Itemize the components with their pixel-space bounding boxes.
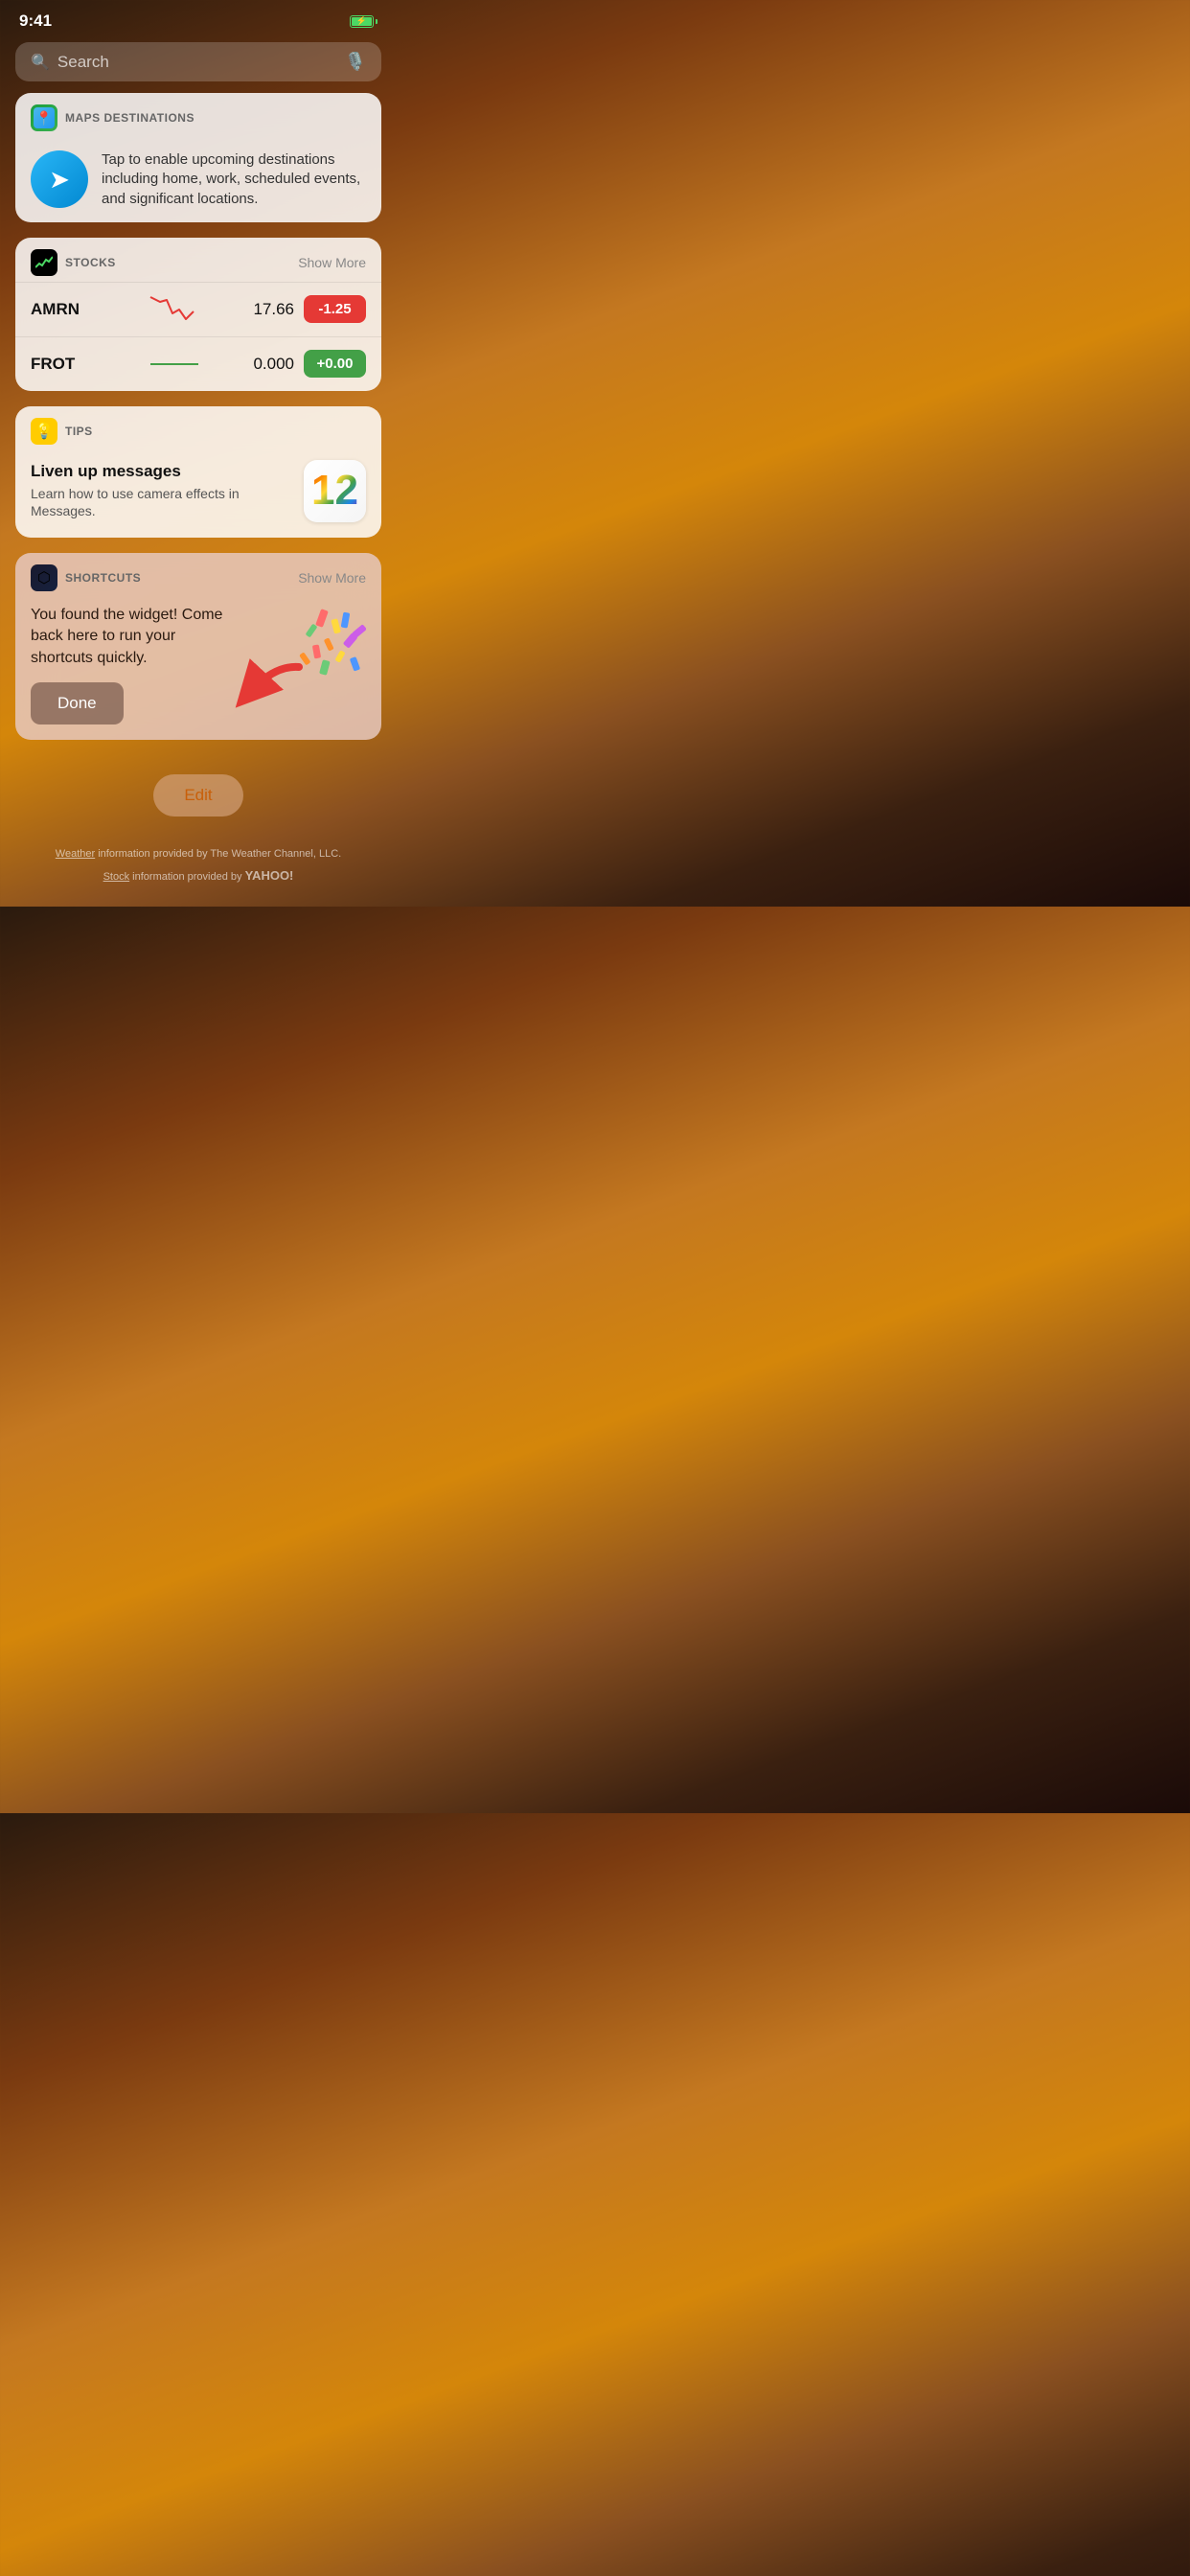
- maps-section-header: 📍 MAPS DESTINATIONS: [15, 93, 381, 137]
- weather-attribution-text: information provided by The Weather Chan…: [98, 848, 341, 860]
- search-bar-container: 🔍 Search 🎙️: [0, 38, 397, 93]
- stock-row-amrn[interactable]: AMRN 17.66 -1.25: [15, 282, 381, 336]
- shortcuts-content: You found the widget! Come back here to …: [15, 597, 381, 740]
- shortcuts-widget-card[interactable]: ⬡ SHORTCUTS Show More You found the widg…: [15, 553, 381, 740]
- tips-widget-card[interactable]: 💡 TIPS Liven up messages Learn how to us…: [15, 406, 381, 538]
- shortcuts-section-header: ⬡ SHORTCUTS Show More: [15, 553, 381, 597]
- search-placeholder: Search: [57, 53, 337, 72]
- maps-widget-content[interactable]: ➤ Tap to enable upcoming destinations in…: [15, 137, 381, 222]
- shortcuts-section-title: SHORTCUTS: [65, 571, 141, 585]
- tips-app-icon: 💡: [31, 418, 57, 445]
- tips-title: Liven up messages: [31, 462, 292, 481]
- maps-section-title: MAPS DESTINATIONS: [65, 111, 195, 125]
- shortcuts-show-more-button[interactable]: Show More: [298, 570, 366, 586]
- status-bar: 9:41 ⚡: [0, 0, 397, 38]
- ios12-number: 12: [311, 470, 358, 512]
- stock-change-frot: +0.00: [304, 350, 366, 378]
- stocks-header-left: STOCKS: [31, 249, 116, 276]
- maps-widget-card[interactable]: 📍 MAPS DESTINATIONS ➤ Tap to enable upco…: [15, 93, 381, 222]
- stocks-chart-icon: [35, 256, 53, 269]
- red-arrow-icon: [232, 657, 309, 710]
- maps-app-icon: 📍: [31, 104, 57, 131]
- edit-button-container: Edit: [0, 755, 397, 845]
- stock-sparkline-frot: [107, 347, 241, 381]
- shortcuts-app-icon: ⬡: [31, 564, 57, 591]
- microphone-icon[interactable]: 🎙️: [345, 52, 366, 72]
- stock-attribution-text: information provided by: [132, 871, 241, 883]
- stock-symbol-frot: FROT: [31, 355, 107, 374]
- maps-destination-icon: ➤: [31, 150, 88, 208]
- battery-icon: ⚡: [350, 15, 378, 28]
- stock-price-frot: 0.000: [241, 355, 294, 374]
- tips-content[interactable]: Liven up messages Learn how to use camer…: [15, 450, 381, 538]
- done-button[interactable]: Done: [31, 682, 124, 724]
- weather-attribution: Weather information provided by The Weat…: [19, 845, 378, 864]
- tips-subtitle: Learn how to use camera effects in Messa…: [31, 485, 292, 519]
- stocks-app-icon: [31, 249, 57, 276]
- shortcuts-left: You found the widget! Come back here to …: [31, 605, 232, 724]
- shortcuts-header-left: ⬡ SHORTCUTS: [31, 564, 141, 591]
- tips-section-header: 💡 TIPS: [15, 406, 381, 450]
- yahoo-logo: YAHOO!: [245, 868, 294, 883]
- search-icon: 🔍: [31, 53, 50, 72]
- stock-sparkline-amrn: [107, 292, 241, 327]
- search-bar[interactable]: 🔍 Search 🎙️: [15, 42, 381, 81]
- tips-section-title: TIPS: [65, 425, 93, 438]
- stocks-section-header: STOCKS Show More: [15, 238, 381, 282]
- shortcuts-right: [241, 605, 366, 710]
- maps-arrow-icon: ➤: [49, 165, 70, 195]
- stock-price-amrn: 17.66: [241, 300, 294, 319]
- maps-body-text: Tap to enable upcoming destinations incl…: [102, 150, 366, 209]
- stock-link[interactable]: Stock: [103, 871, 130, 883]
- ios12-badge: 12: [304, 460, 366, 522]
- stock-attribution: Stock information provided by YAHOO!: [19, 864, 378, 887]
- status-time: 9:41: [19, 12, 52, 31]
- stocks-widget-card[interactable]: STOCKS Show More AMRN 17.66 -1.25 FROT 0…: [15, 238, 381, 391]
- tips-text-area: Liven up messages Learn how to use camer…: [31, 462, 292, 519]
- status-icons: ⚡: [350, 15, 378, 28]
- shortcuts-body-text: You found the widget! Come back here to …: [31, 605, 232, 669]
- stock-row-frot[interactable]: FROT 0.000 +0.00: [15, 336, 381, 391]
- edit-button[interactable]: Edit: [153, 774, 242, 816]
- footer: Weather information provided by The Weat…: [0, 845, 397, 907]
- stocks-section-title: STOCKS: [65, 256, 116, 269]
- stocks-show-more-button[interactable]: Show More: [298, 255, 366, 270]
- stock-change-amrn: -1.25: [304, 295, 366, 323]
- weather-link[interactable]: Weather: [56, 848, 95, 860]
- stock-symbol-amrn: AMRN: [31, 300, 107, 319]
